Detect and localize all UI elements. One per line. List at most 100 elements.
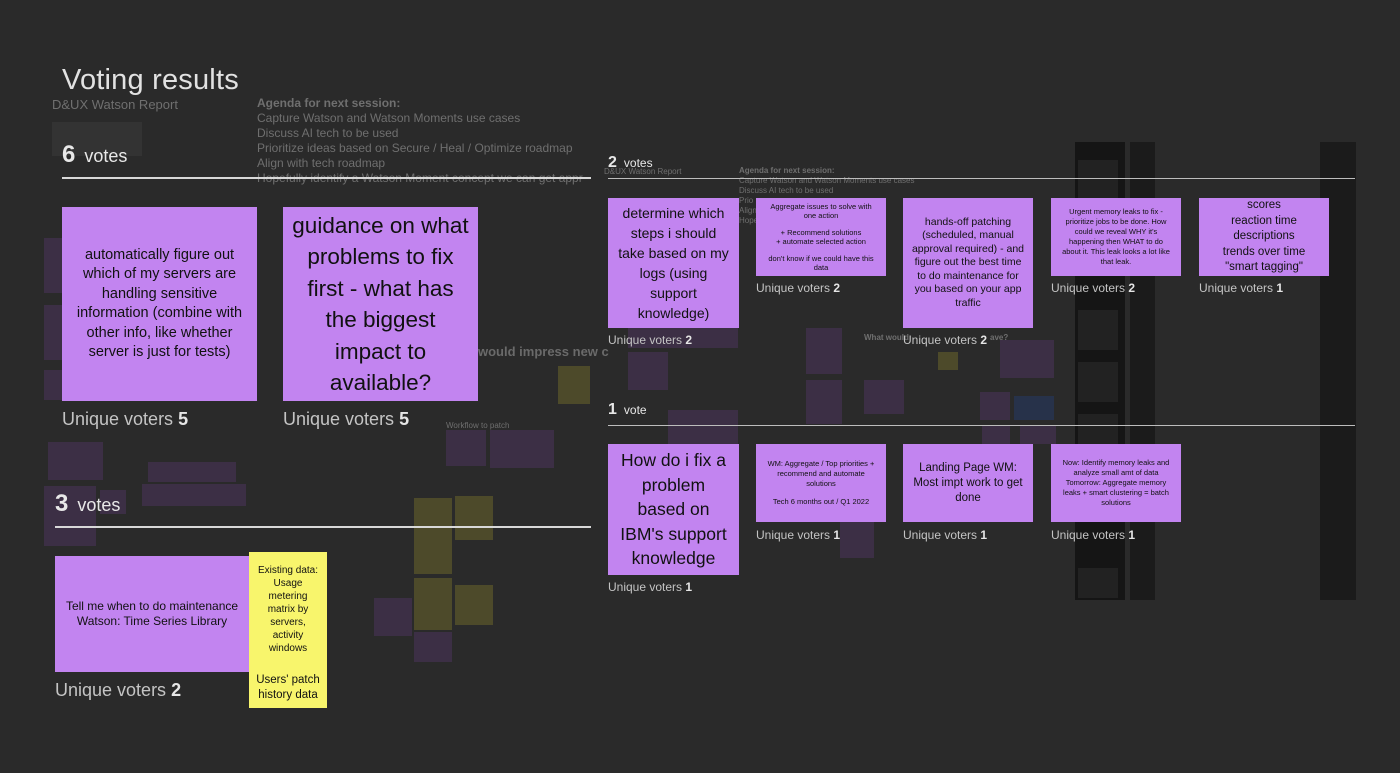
voters-count: 1: [833, 528, 841, 542]
unique-voters-maintenance-timing: Unique voters 2: [55, 680, 181, 701]
card-text: automatically figure out which of my ser…: [76, 246, 243, 361]
voters-count: 5: [178, 409, 189, 429]
bg-sticky: [44, 370, 62, 400]
vote-count: 6: [62, 141, 76, 168]
voters-label: Unique voters: [55, 680, 167, 700]
bg-sticky-yellow: [938, 352, 958, 370]
bg-small-agenda-heading: Agenda for next session:: [739, 166, 835, 175]
voters-label: Unique voters: [283, 409, 395, 429]
bg-report-title: D&UX Watson Report: [52, 97, 178, 112]
bg-sticky: [446, 430, 486, 466]
bg-sticky: [806, 328, 842, 374]
section-heading-3-votes: 3 votes: [55, 490, 120, 518]
card-text-data-note: don't know if we could have this data: [768, 253, 874, 273]
card-text-aggregate-issues: Aggregate issues to solve with one actio…: [770, 201, 872, 221]
bg-sticky: [864, 380, 904, 414]
unique-voters-memory-leaks-now-tomorrow: Unique voters 1: [1051, 528, 1135, 542]
unique-voters-wm-aggregate-priorities: Unique voters 1: [756, 528, 840, 542]
card-line-trends: trends over time: [1222, 245, 1306, 258]
unique-voters-landing-page-wm: Unique voters 1: [903, 528, 987, 542]
unique-voters-aggregate-issues: Unique voters 2: [756, 281, 840, 295]
bg-panel-card: [1078, 568, 1118, 598]
idea-card-maintenance-timing[interactable]: Tell me when to do maintenance Watson: T…: [55, 556, 249, 672]
idea-card-fix-with-support-knowledge[interactable]: How do i fix a problem based on IBM's su…: [608, 444, 739, 575]
bg-sticky: [44, 238, 62, 293]
unique-voters-sensitive-servers: Unique voters 5: [62, 409, 188, 430]
card-text: Landing Page WM: Most impt work to get d…: [913, 461, 1023, 504]
vote-count: 3: [55, 490, 69, 517]
section-heading-2-votes: 2 votes: [608, 154, 653, 172]
voters-count: 2: [171, 680, 182, 700]
note-text-existing-data: Existing data: Usage metering matrix by …: [257, 565, 319, 654]
bg-sticky: [48, 442, 103, 480]
bg-small-agenda-item-2: Discuss AI tech to be used: [739, 186, 834, 195]
voters-label: Unique voters: [903, 333, 978, 347]
bg-sticky: [806, 380, 842, 424]
bg-sticky: [414, 632, 452, 662]
bg-small-agenda-item-4: Align: [739, 206, 757, 215]
unique-voters-steps-from-logs: Unique voters 2: [608, 333, 692, 347]
idea-card-memory-leaks-now-tomorrow[interactable]: Now: Identify memory leaks and analyze s…: [1051, 444, 1181, 522]
unique-voters-hands-off-patching: Unique voters 2: [903, 333, 987, 347]
vote-label: votes: [623, 156, 653, 170]
bg-impress-text: would impress new c: [478, 344, 609, 359]
idea-card-smart-tagging[interactable]: scores reaction time descriptions trends…: [1199, 198, 1329, 276]
unique-voters-memory-leaks: Unique voters 2: [1051, 281, 1135, 295]
bg-panel-card: [1078, 362, 1118, 402]
idea-card-steps-from-logs[interactable]: determine which steps i should take base…: [608, 198, 739, 328]
idea-card-memory-leaks[interactable]: Urgent memory leaks to fix - prioritize …: [1051, 198, 1181, 276]
card-text: determine which steps i should take base…: [618, 205, 729, 321]
voters-count: 2: [833, 281, 841, 295]
voters-label: Unique voters: [608, 333, 683, 347]
bg-sticky: [490, 430, 554, 468]
unique-voters-guidance-problems: Unique voters 5: [283, 409, 409, 430]
vote-label: votes: [84, 146, 128, 166]
idea-card-landing-page-wm[interactable]: Landing Page WM: Most impt work to get d…: [903, 444, 1033, 522]
idea-card-aggregate-issues[interactable]: Aggregate issues to solve with one actio…: [756, 198, 886, 276]
note-card-existing-data[interactable]: Existing data: Usage metering matrix by …: [249, 552, 327, 708]
card-text: guidance on what problems to fix first -…: [292, 212, 469, 396]
section-divider: [608, 178, 1355, 179]
voters-label: Unique voters: [756, 281, 831, 295]
voters-count: 1: [980, 528, 988, 542]
section-divider: [62, 177, 591, 179]
bg-sticky-yellow: [414, 498, 452, 574]
voters-count: 2: [685, 333, 693, 347]
idea-card-wm-aggregate-priorities[interactable]: WM: Aggregate / Top priorities + recomme…: [756, 444, 886, 522]
idea-card-sensitive-servers[interactable]: automatically figure out which of my ser…: [62, 207, 257, 401]
voters-count: 1: [1276, 281, 1284, 295]
bg-sticky: [628, 352, 668, 390]
voters-label: Unique voters: [903, 528, 978, 542]
idea-card-guidance-problems[interactable]: guidance on what problems to fix first -…: [283, 207, 478, 401]
unique-voters-smart-tagging: Unique voters 1: [1199, 281, 1283, 295]
bg-agenda-item-3: Prioritize ideas based on Secure / Heal …: [257, 141, 573, 155]
voters-label: Unique voters: [1199, 281, 1274, 295]
bg-sticky-yellow: [455, 585, 493, 625]
card-text: Urgent memory leaks to fix - prioritize …: [1062, 207, 1170, 266]
bg-sticky: [840, 520, 874, 558]
bg-panel-card: [1078, 310, 1118, 350]
vote-label: vote: [623, 403, 647, 417]
idea-card-hands-off-patching[interactable]: hands-off patching (scheduled, manual ap…: [903, 198, 1033, 328]
page-title: Voting results: [62, 64, 239, 96]
bg-agenda-item-4: Align with tech roadmap: [257, 156, 386, 170]
section-divider: [608, 425, 1355, 426]
section-divider: [55, 526, 591, 528]
card-line-scores: scores: [1247, 199, 1281, 212]
card-text: Now: Identify memory leaks and analyze s…: [1062, 458, 1170, 507]
bg-sticky: [148, 462, 236, 482]
vote-label: votes: [77, 495, 121, 515]
bg-sticky-yellow: [455, 496, 493, 540]
bg-sticky: [980, 392, 1010, 420]
bg-sticky-yellow: [414, 578, 452, 630]
bg-sticky: [1020, 426, 1056, 444]
bg-sticky: [142, 484, 246, 506]
voters-count: 1: [1128, 528, 1136, 542]
bg-sticky-yellow: [558, 366, 590, 404]
card-text-wm-aggregate: WM: Aggregate / Top priorities + recomme…: [767, 459, 875, 488]
bg-sticky: [44, 305, 62, 360]
bg-small-agenda-item-3: Prio: [739, 196, 754, 205]
bg-sticky: [982, 426, 1010, 446]
note-text-patch-history: Users' patch history data: [256, 674, 320, 701]
card-line-smart-tagging: "smart tagging": [1225, 261, 1303, 274]
